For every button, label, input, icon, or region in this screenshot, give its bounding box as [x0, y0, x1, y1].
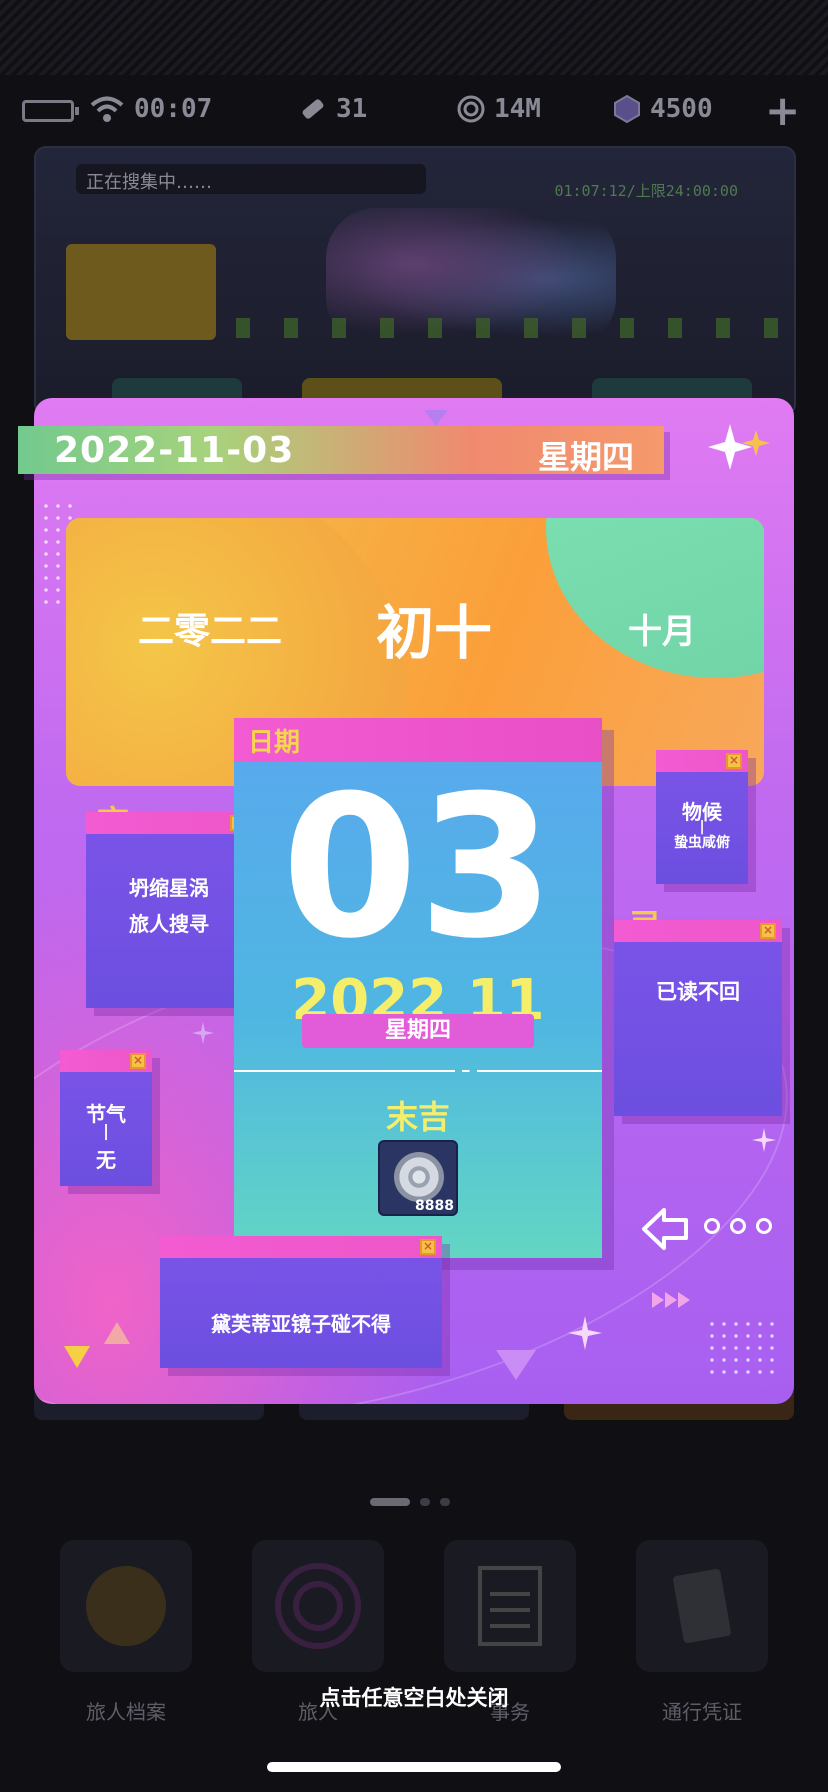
coin-value: 14M — [494, 94, 541, 124]
profile-icon — [86, 1566, 166, 1646]
ji-item: 已读不回 — [656, 980, 740, 1004]
gem-counter[interactable]: 4500 — [612, 94, 713, 124]
lunar-month: 十月 — [628, 612, 696, 652]
yi-item: 坍缩星涡 — [129, 876, 209, 900]
dot-icon — [704, 1218, 720, 1234]
close-icon: × — [760, 923, 776, 939]
triangle-icon — [104, 1322, 130, 1344]
tap-to-close-hint[interactable]: 点击任意空白处关闭 — [0, 1682, 828, 1712]
jieqi-window: × 节气 | 无 — [60, 1050, 152, 1186]
triangle-icon — [64, 1346, 90, 1368]
sparkle-icon — [708, 424, 770, 470]
collect-timer: 01:07:12/上限24:00:00 — [554, 182, 738, 200]
clock-time: 00:07 — [134, 94, 213, 124]
add-gems-button[interactable]: + — [765, 86, 800, 135]
date-card: 日期 03 2022 11 星期四 末吉 8888 — [234, 718, 602, 1258]
wuhou-window: × 物候 | 蛰虫咸俯 — [656, 750, 748, 884]
note-text: 黛芙蒂亚镜子碰不得 — [211, 1312, 391, 1336]
divider-line: | — [103, 1121, 109, 1140]
ji-window: × 已读不回 — [614, 920, 782, 1116]
close-icon: × — [420, 1239, 436, 1255]
sparkle-icon — [752, 1128, 776, 1152]
task-icon — [478, 1566, 542, 1646]
gregorian-date: 2022-11-03 — [54, 430, 295, 471]
searching-status: 正在搜集中…… — [76, 164, 426, 194]
lunar-day: 初十 — [376, 599, 493, 667]
fortune-result: 末吉 — [385, 1098, 450, 1136]
stamina-counter[interactable]: 31 — [298, 94, 367, 124]
dot-icon — [730, 1218, 746, 1234]
triangle-icon — [424, 410, 448, 426]
dashed-divider — [234, 1070, 602, 1072]
fast-forward-icon — [652, 1292, 690, 1308]
lunar-year: 二零二二 — [138, 611, 283, 652]
coin-counter[interactable]: 14M — [456, 94, 541, 124]
note-window: × 黛芙蒂亚镜子碰不得 — [160, 1236, 442, 1368]
status-bar: 00:07 31 14M 4500 + — [0, 86, 828, 135]
arrow-left-icon — [642, 1208, 688, 1250]
coin-icon — [394, 1152, 444, 1202]
yi-window: × 坍缩星涡 旅人搜寻 — [86, 812, 252, 1008]
page-indicator — [370, 1498, 450, 1506]
date-header-bar: 2022-11-03 星期四 — [18, 426, 664, 476]
reward-amount: 8888 — [415, 1198, 454, 1214]
close-icon: × — [130, 1053, 146, 1069]
coin-icon — [457, 95, 485, 123]
home-indicator[interactable] — [267, 1762, 561, 1772]
reward-item[interactable]: 8888 — [378, 1140, 458, 1216]
weekday-label: 星期四 — [537, 438, 634, 476]
stamina-value: 31 — [336, 94, 368, 124]
gem-icon — [614, 94, 640, 124]
wuhou-value: 蛰虫咸俯 — [674, 835, 730, 851]
sparkle-icon — [192, 1022, 214, 1044]
close-icon: × — [726, 753, 742, 769]
jieqi-value: 无 — [96, 1148, 116, 1172]
weekday-badge: 星期四 — [302, 1014, 534, 1048]
gem-value: 4500 — [650, 94, 713, 124]
divider-line: | — [699, 819, 705, 835]
yi-item: 旅人搜寻 — [129, 912, 209, 936]
sparkle-icon — [568, 1316, 602, 1350]
gems-row — [236, 318, 794, 338]
stamina-icon — [302, 99, 324, 119]
machine-illustration — [66, 244, 216, 340]
top-decoration — [0, 0, 828, 75]
radar-icon — [275, 1563, 361, 1649]
wifi-icon — [90, 96, 124, 122]
dot-pattern — [706, 1318, 776, 1378]
exploration-panel: 正在搜集中…… 01:07:12/上限24:00:00 — [34, 146, 796, 416]
battery-icon — [22, 100, 79, 122]
pass-icon — [673, 1568, 731, 1644]
dot-icon — [756, 1218, 772, 1234]
day-number: 03 — [281, 754, 555, 982]
triangle-icon — [496, 1350, 536, 1380]
